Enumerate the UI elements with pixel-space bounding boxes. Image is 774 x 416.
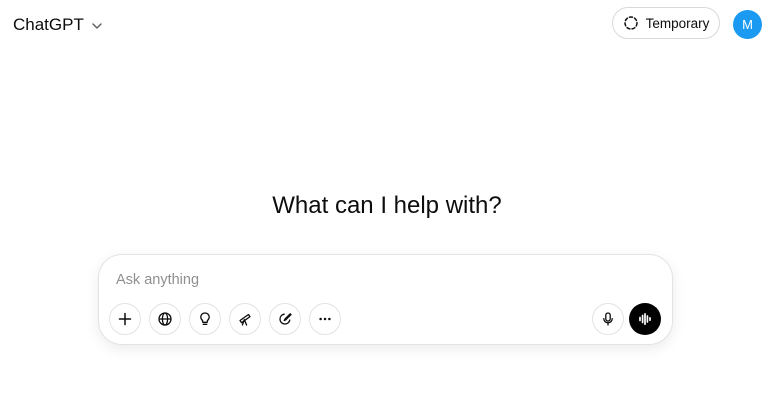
model-name: ChatGPT	[13, 15, 84, 34]
microphone-icon	[603, 312, 613, 326]
page-title: What can I help with?	[272, 192, 502, 219]
deep-research-button[interactable]	[229, 303, 261, 335]
avatar[interactable]: M	[733, 10, 762, 39]
voice-waveform-icon	[639, 312, 651, 326]
voice-mode-button[interactable]	[629, 303, 661, 335]
lightbulb-icon	[200, 312, 210, 325]
reason-button[interactable]	[189, 303, 221, 335]
composer	[98, 254, 673, 345]
ellipsis-icon	[319, 317, 331, 321]
telescope-icon	[239, 313, 251, 326]
plus-icon	[118, 312, 132, 326]
prompt-input[interactable]	[116, 268, 616, 292]
dictate-button[interactable]	[592, 303, 624, 335]
add-attachment-button[interactable]	[109, 303, 141, 335]
temporary-chat-button[interactable]: Temporary	[612, 7, 720, 39]
chatgpt-app: ChatGPT Temporary M What can I help with…	[0, 0, 774, 416]
more-tools-button[interactable]	[309, 303, 341, 335]
temporary-label: Temporary	[645, 15, 710, 31]
create-image-button[interactable]	[269, 303, 301, 335]
dashed-circle-icon	[623, 15, 639, 31]
globe-icon	[158, 312, 172, 326]
model-switcher[interactable]: ChatGPT	[12, 12, 105, 38]
paintbrush-icon	[279, 313, 292, 325]
chevron-down-icon	[90, 19, 104, 33]
web-search-button[interactable]	[149, 303, 181, 335]
